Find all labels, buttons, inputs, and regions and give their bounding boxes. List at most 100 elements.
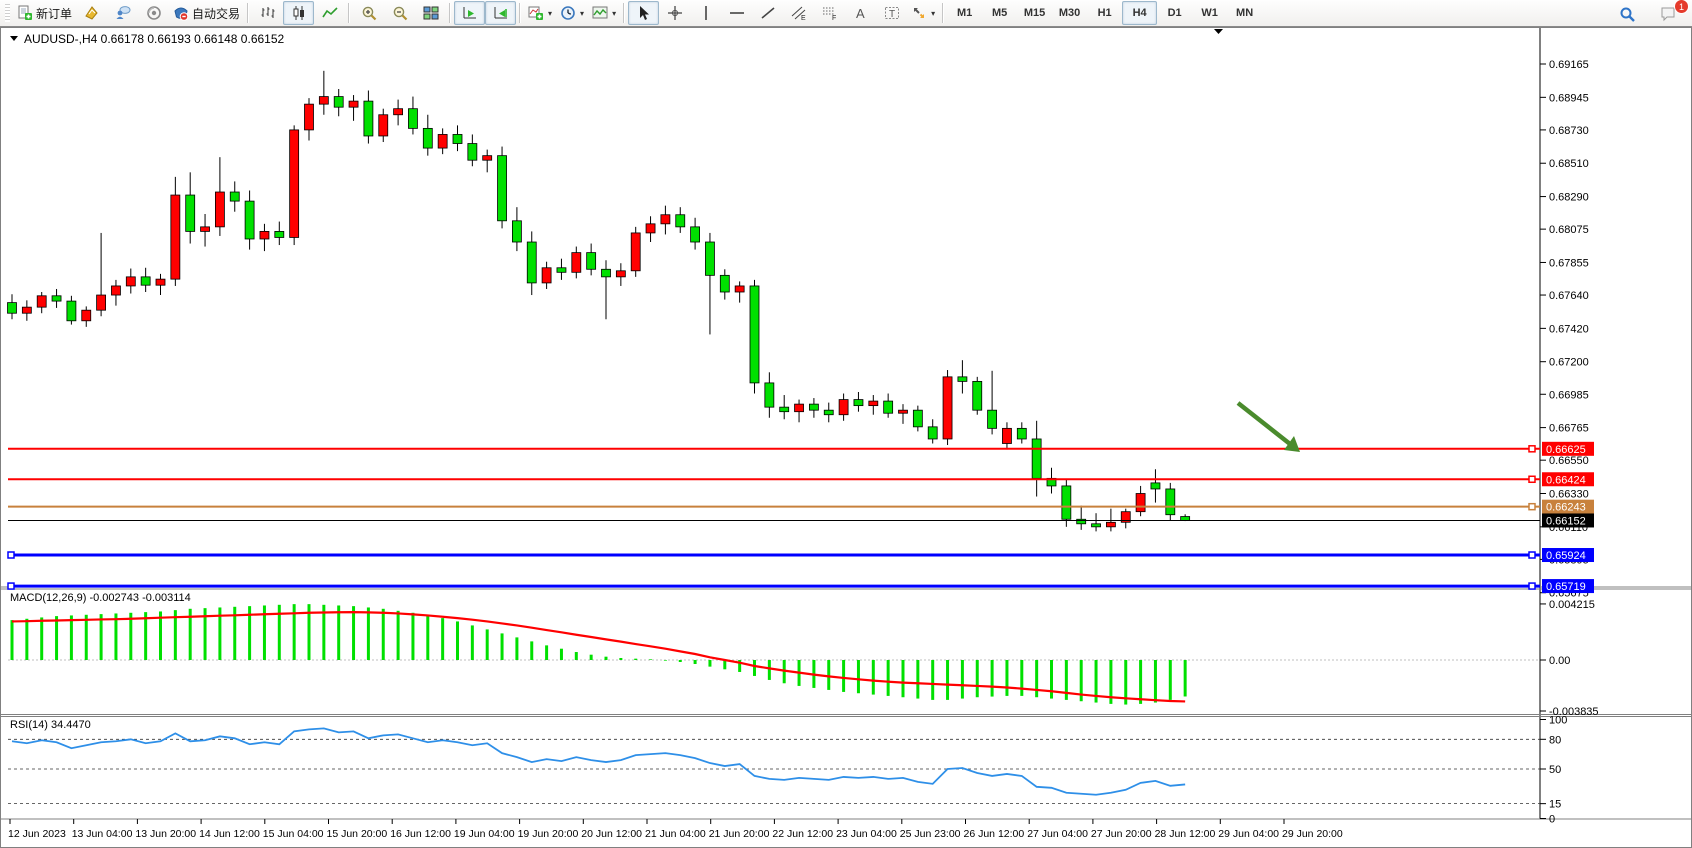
text-label-button[interactable]: T bbox=[876, 1, 907, 25]
candle bbox=[468, 144, 477, 161]
toolbar-separator bbox=[449, 3, 451, 23]
timeframe-m1-button[interactable]: M1 bbox=[947, 1, 982, 25]
crosshair-button[interactable] bbox=[659, 1, 690, 25]
button-label: M1 bbox=[957, 7, 972, 19]
publisher-button[interactable] bbox=[107, 1, 138, 25]
time-axis-label: 13 Jun 20:00 bbox=[135, 828, 196, 840]
button-label: MN bbox=[1236, 7, 1253, 19]
expert-advisor-button[interactable] bbox=[138, 1, 169, 25]
candle bbox=[661, 215, 670, 224]
toolbar-right: 1 bbox=[1612, 2, 1684, 26]
candle bbox=[587, 253, 596, 270]
macd-label: MACD(12,26,9) -0.002743 -0.003114 bbox=[10, 592, 191, 604]
notifications-button[interactable]: 1 bbox=[1653, 2, 1684, 26]
time-axis-label: 26 Jun 12:00 bbox=[964, 828, 1025, 840]
candle bbox=[37, 296, 46, 307]
resistance-line-1-price-label: 0.66625 bbox=[1546, 444, 1586, 456]
resistance-line-2-price-label: 0.66424 bbox=[1546, 474, 1586, 486]
search-button[interactable] bbox=[1612, 2, 1643, 26]
chart-shift-button[interactable] bbox=[485, 1, 516, 25]
candle bbox=[290, 130, 299, 238]
rsi-label: RSI(14) 34.4470 bbox=[10, 719, 91, 731]
zoom-in-button[interactable] bbox=[353, 1, 384, 25]
equidistant-channel-button[interactable]: E bbox=[783, 1, 814, 25]
horizontal-line-button[interactable] bbox=[721, 1, 752, 25]
chart-window-frame bbox=[1, 28, 1692, 848]
chevron-down-icon: ▾ bbox=[548, 9, 552, 18]
svg-text:F: F bbox=[832, 15, 836, 21]
candle bbox=[809, 404, 818, 410]
support-line-blue-1-price-label: 0.65924 bbox=[1546, 550, 1586, 562]
candle bbox=[8, 303, 17, 314]
candle bbox=[379, 115, 388, 136]
candle bbox=[275, 231, 284, 237]
support-line-orange-handle[interactable] bbox=[1529, 504, 1535, 510]
timeframe-m15-button[interactable]: M15 bbox=[1017, 1, 1052, 25]
candle bbox=[245, 201, 254, 239]
chart-area: 0.691650.689450.687300.685100.682900.680… bbox=[0, 27, 1692, 848]
candle bbox=[943, 377, 952, 439]
candle bbox=[260, 231, 269, 239]
candle bbox=[631, 233, 640, 271]
timeframe-w1-button[interactable]: W1 bbox=[1192, 1, 1227, 25]
candle bbox=[795, 404, 804, 412]
timeframe-h4-button[interactable]: H4 bbox=[1122, 1, 1157, 25]
fibonacci-button[interactable]: F bbox=[814, 1, 845, 25]
support-line-blue-1-handle[interactable] bbox=[1529, 552, 1535, 558]
candle bbox=[97, 295, 106, 310]
textA-icon: A bbox=[853, 5, 869, 21]
candle bbox=[765, 383, 774, 407]
timeframe-d1-button[interactable]: D1 bbox=[1157, 1, 1192, 25]
time-axis-label: 28 Jun 12:00 bbox=[1155, 828, 1216, 840]
candle bbox=[705, 242, 714, 275]
candle bbox=[839, 400, 848, 415]
text-button[interactable]: A bbox=[845, 1, 876, 25]
cursor-button[interactable] bbox=[628, 1, 659, 25]
auto-trading-button[interactable]: 自动交易 bbox=[169, 1, 244, 25]
support-line-blue-2-handle[interactable] bbox=[1529, 583, 1535, 589]
resistance-line-1-handle[interactable] bbox=[1529, 446, 1535, 452]
candle bbox=[349, 101, 358, 107]
rsi-tick-label: 0 bbox=[1549, 814, 1555, 826]
indicators-button[interactable]: ▾ bbox=[524, 1, 556, 25]
profiles-button[interactable] bbox=[76, 1, 107, 25]
templates-button[interactable]: ▾ bbox=[588, 1, 620, 25]
periods-button[interactable]: ▾ bbox=[556, 1, 588, 25]
cursor-icon bbox=[636, 5, 652, 21]
candle bbox=[913, 410, 922, 427]
candle bbox=[854, 400, 863, 406]
candle bbox=[394, 109, 403, 115]
support-line-blue-1-handle[interactable] bbox=[8, 552, 14, 558]
candle bbox=[52, 296, 61, 301]
line-chart-button[interactable] bbox=[314, 1, 345, 25]
toolbar-separator bbox=[942, 3, 944, 23]
new-order-button[interactable]: 新订单 bbox=[13, 1, 76, 25]
time-axis-label: 25 Jun 23:00 bbox=[900, 828, 961, 840]
vertical-line-button[interactable] bbox=[690, 1, 721, 25]
price-tick-label: 0.69165 bbox=[1549, 59, 1589, 71]
support-line-blue-2-handle[interactable] bbox=[8, 583, 14, 589]
candle bbox=[988, 410, 997, 428]
tile-icon bbox=[423, 5, 439, 21]
trendline-button[interactable] bbox=[752, 1, 783, 25]
candle bbox=[156, 279, 165, 285]
candlestick-chart-button[interactable] bbox=[283, 1, 314, 25]
timeframe-mn-button[interactable]: MN bbox=[1227, 1, 1262, 25]
timeframe-m30-button[interactable]: M30 bbox=[1052, 1, 1087, 25]
bar-chart-button[interactable] bbox=[252, 1, 283, 25]
timeframe-m5-button[interactable]: M5 bbox=[982, 1, 1017, 25]
candle bbox=[572, 253, 581, 273]
labelT-icon: T bbox=[884, 5, 900, 21]
arrows-button[interactable]: ▾ bbox=[907, 1, 939, 25]
zoom-out-button[interactable] bbox=[384, 1, 415, 25]
shift-icon bbox=[493, 5, 509, 21]
button-label: 新订单 bbox=[36, 5, 72, 22]
auto-scroll-button[interactable] bbox=[454, 1, 485, 25]
resistance-line-2-handle[interactable] bbox=[1529, 476, 1535, 482]
tile-windows-button[interactable] bbox=[415, 1, 446, 25]
toolbar: 新订单自动交易▾▾▾EFAT▾M1M5M15M30H1H4D1W1MN bbox=[0, 0, 1692, 27]
candle bbox=[824, 410, 833, 415]
timeframe-h1-button[interactable]: H1 bbox=[1087, 1, 1122, 25]
candle bbox=[141, 277, 150, 285]
support-line-blue-2-price-label: 0.65719 bbox=[1546, 581, 1586, 593]
